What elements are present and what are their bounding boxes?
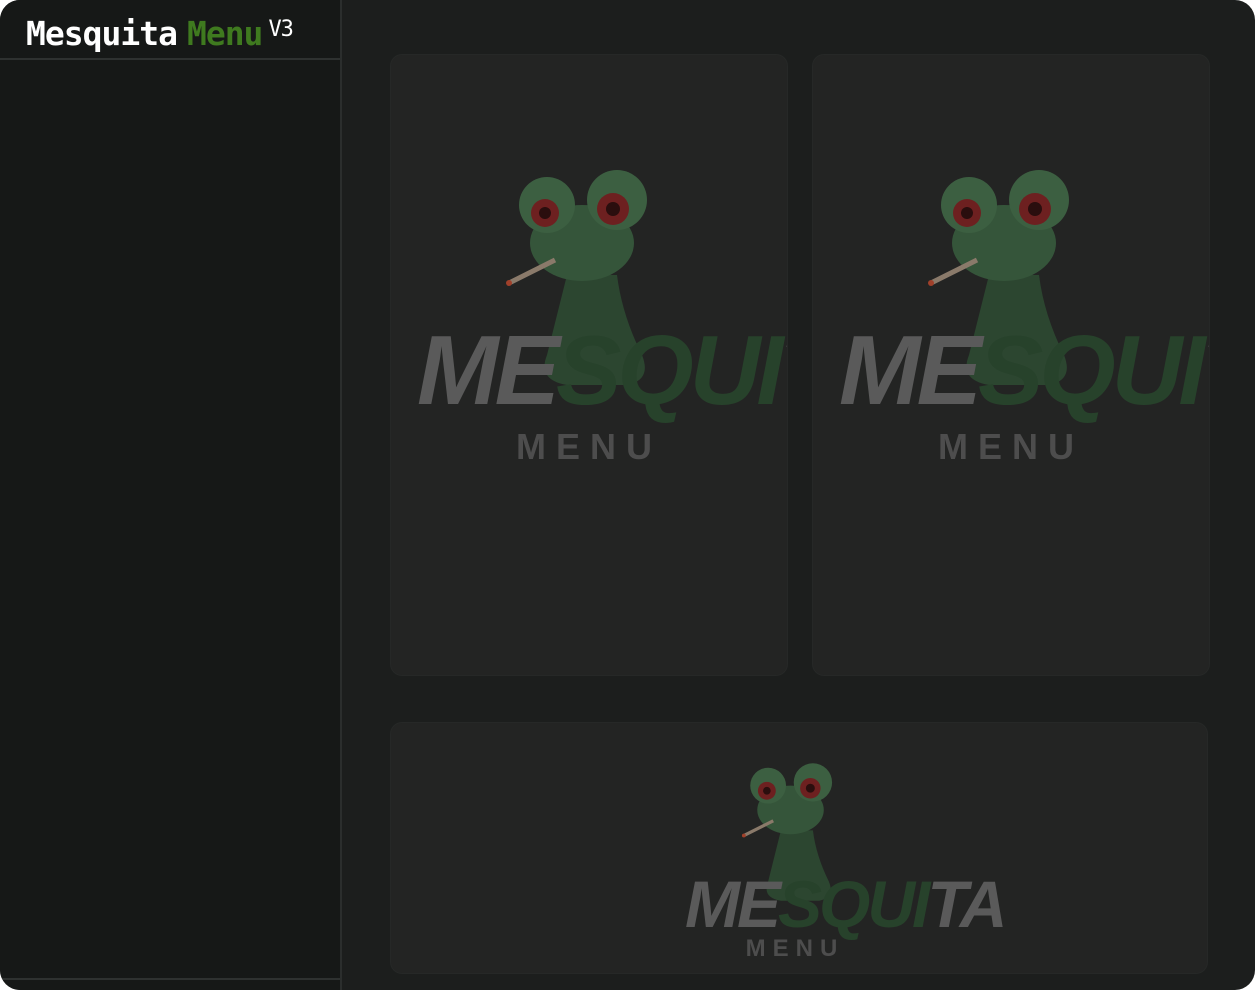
logo-text-part2: SQUI bbox=[556, 315, 784, 425]
logo-text-part3: TA bbox=[780, 315, 787, 425]
app-version: V3 bbox=[268, 17, 293, 42]
app-window: Mesquita Menu V3 MESQUI MENU MESQUI MENU… bbox=[0, 0, 1255, 990]
sidebar: Mesquita Menu V3 bbox=[0, 0, 342, 990]
logo-text-part1: ME bbox=[417, 315, 560, 425]
logo-text-part2: SQUI bbox=[978, 315, 1206, 425]
logo-text-part3: TA bbox=[927, 867, 1007, 941]
logo: MESQUITA MENU bbox=[417, 165, 787, 467]
logo-text-part2: SQUI bbox=[778, 867, 930, 941]
logo-subtitle: MENU bbox=[516, 426, 662, 467]
app-title-word1: Mesquita bbox=[26, 14, 178, 53]
logo-text-part1: ME bbox=[685, 867, 781, 941]
app-title: Mesquita Menu V3 bbox=[26, 14, 294, 54]
logo: MESQUITA MENU bbox=[685, 741, 1007, 971]
preview-card-3[interactable]: MESQUITA MENU bbox=[390, 722, 1208, 974]
sidebar-menu-list[interactable] bbox=[0, 60, 340, 978]
logo: MESQUITA MENU bbox=[839, 165, 1209, 467]
preview-card-1[interactable]: MESQUITA MENU bbox=[390, 54, 788, 676]
app-title-word2: Menu bbox=[186, 14, 263, 53]
logo-text-part1: ME bbox=[839, 315, 982, 425]
sidebar-footer-divider bbox=[0, 978, 340, 980]
sidebar-header: Mesquita Menu V3 bbox=[0, 0, 340, 60]
preview-card-2[interactable]: MESQUITA MENU bbox=[812, 54, 1210, 676]
logo-subtitle: MENU bbox=[938, 426, 1084, 467]
logo-subtitle: MENU bbox=[745, 935, 845, 962]
logo-text-part3: TA bbox=[1202, 315, 1209, 425]
